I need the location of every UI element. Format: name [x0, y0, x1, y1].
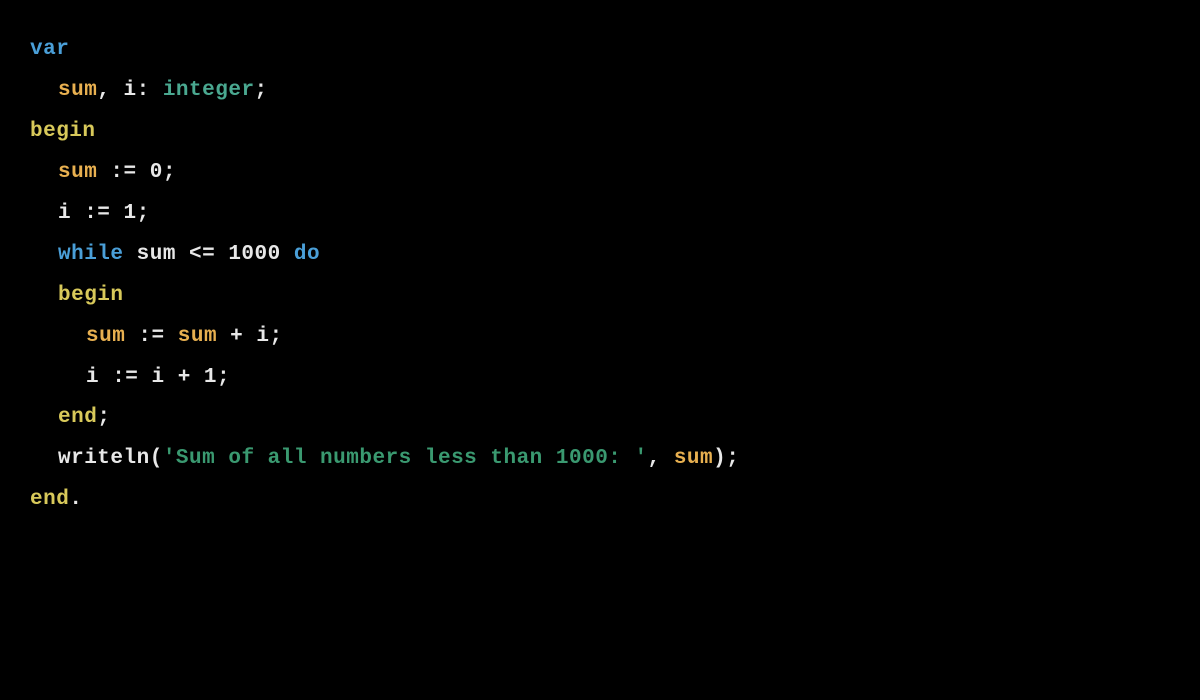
var-sum: sum — [58, 161, 97, 184]
paren-open: ( — [150, 447, 163, 470]
code-line-11: writeln('Sum of all numbers less than 10… — [30, 439, 1170, 480]
keyword-end: end — [58, 406, 97, 429]
code-line-7: begin — [30, 276, 1170, 317]
code-line-1: var — [30, 30, 1170, 71]
code-line-12: end. — [30, 480, 1170, 521]
code-line-5: i := 1; — [30, 194, 1170, 235]
assign-zero: := 0; — [97, 161, 176, 184]
code-line-10: end; — [30, 398, 1170, 439]
code-block: var sum, i: integer; begin sum := 0; i :… — [30, 30, 1170, 521]
decl-i: , i: — [97, 79, 163, 102]
keyword-end: end — [30, 488, 69, 511]
string-literal: 'Sum of all numbers less than 1000: ' — [163, 447, 648, 470]
assign-i-one: i := 1; — [58, 202, 150, 225]
semicolon: ; — [255, 79, 268, 102]
comma: , — [648, 447, 674, 470]
keyword-while: while — [58, 243, 124, 266]
code-line-4: sum := 0; — [30, 153, 1170, 194]
code-line-3: begin — [30, 112, 1170, 153]
var-sum: sum — [674, 447, 713, 470]
var-sum: sum — [178, 325, 217, 348]
keyword-var: var — [30, 38, 69, 61]
code-line-2: sum, i: integer; — [30, 71, 1170, 112]
assign-op: := — [125, 325, 177, 348]
code-line-9: i := i + 1; — [30, 358, 1170, 399]
code-line-6: while sum <= 1000 do — [30, 235, 1170, 276]
plus-i: + i; — [217, 325, 283, 348]
semicolon: ; — [97, 406, 110, 429]
period: . — [69, 488, 82, 511]
increment-i: i := i + 1; — [86, 366, 230, 389]
var-sum: sum — [58, 79, 97, 102]
func-writeln: writeln — [58, 447, 150, 470]
code-line-8: sum := sum + i; — [30, 317, 1170, 358]
var-sum: sum — [86, 325, 125, 348]
type-integer: integer — [163, 79, 255, 102]
while-condition: sum <= 1000 — [124, 243, 294, 266]
paren-close: ); — [713, 447, 739, 470]
keyword-begin: begin — [30, 120, 96, 143]
keyword-begin: begin — [58, 284, 124, 307]
keyword-do: do — [294, 243, 320, 266]
